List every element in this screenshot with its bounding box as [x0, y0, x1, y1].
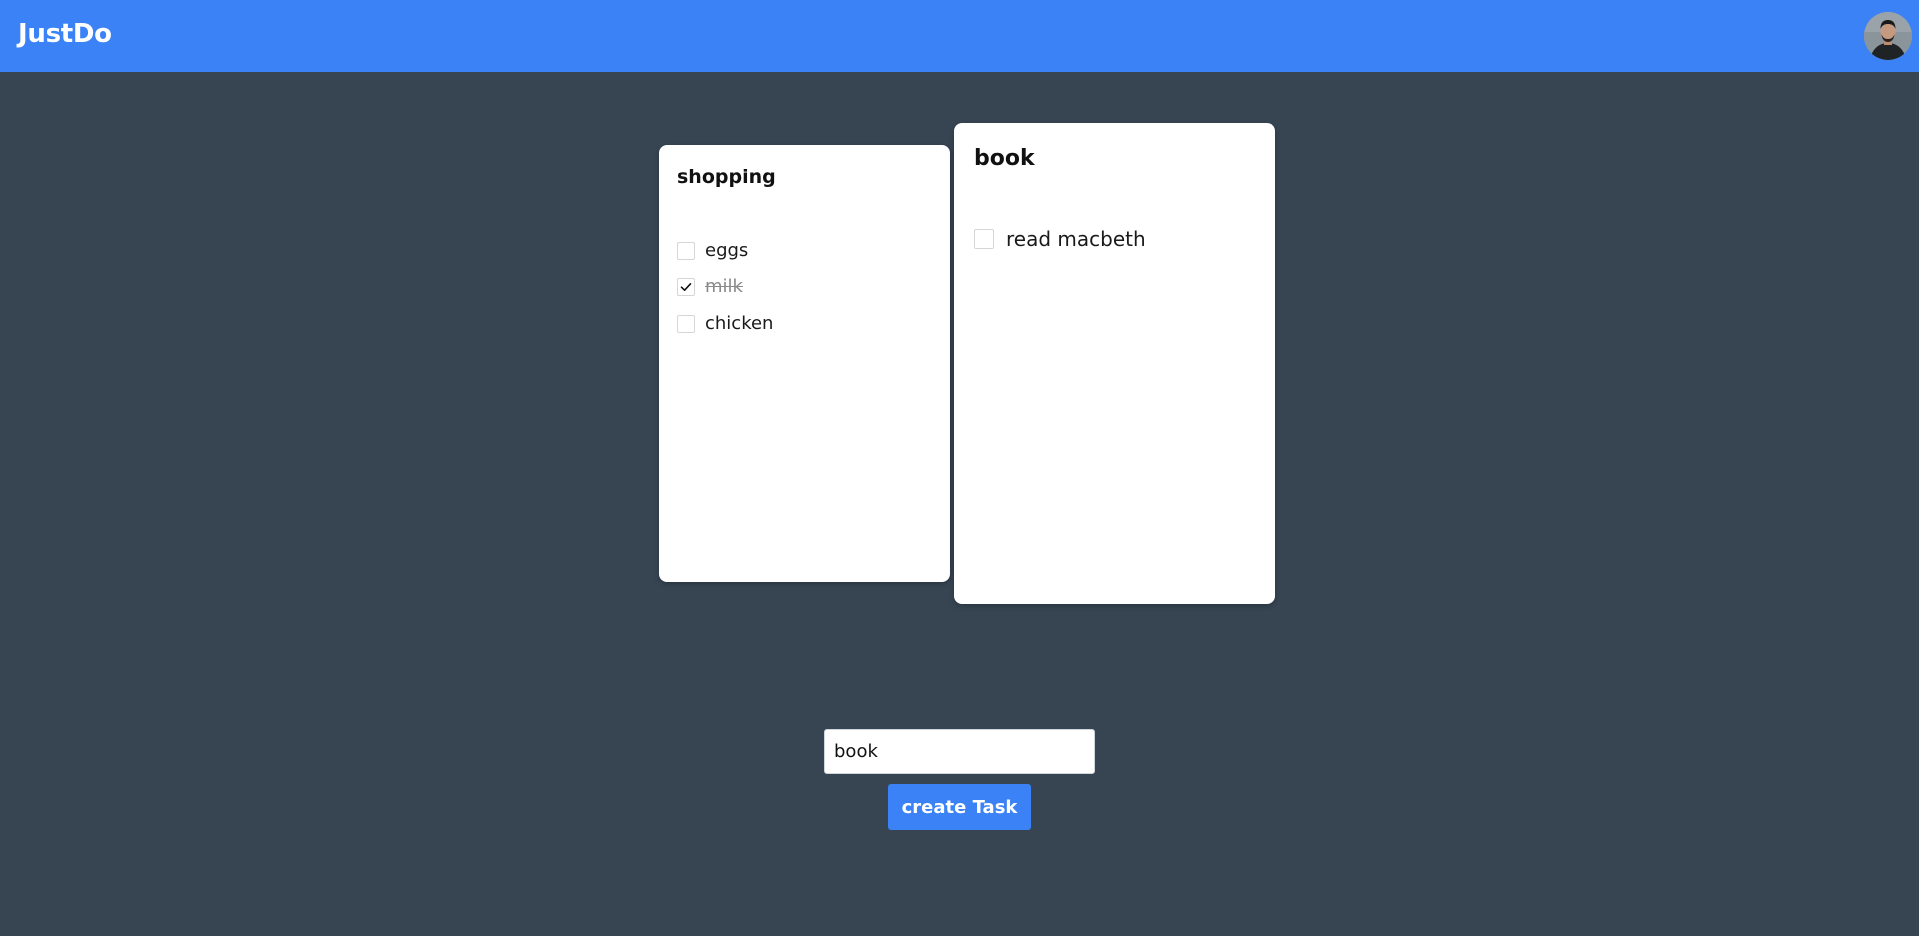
list-title: book	[974, 146, 1035, 171]
task-item[interactable]: eggs	[677, 240, 748, 262]
checkmark-icon	[680, 283, 692, 291]
task-list-card-book: book read macbeth	[954, 123, 1275, 604]
create-task-button[interactable]: create Task	[888, 784, 1031, 830]
list-title: shopping	[677, 166, 776, 188]
task-list-card-shopping: shopping eggs milk chicken	[659, 145, 950, 582]
top-navbar: JustDo	[0, 0, 1919, 72]
avatar-icon	[1864, 12, 1912, 60]
task-name-input[interactable]	[824, 729, 1095, 774]
user-avatar[interactable]	[1864, 12, 1912, 60]
task-label: milk	[705, 276, 743, 297]
app-logo[interactable]: JustDo	[18, 17, 112, 51]
task-item[interactable]: milk	[677, 276, 743, 298]
task-checkbox[interactable]	[677, 242, 695, 260]
task-item[interactable]: read macbeth	[974, 227, 1146, 251]
task-checkbox[interactable]	[974, 229, 994, 249]
task-checkbox-checked[interactable]	[677, 278, 695, 296]
task-label: eggs	[705, 240, 749, 261]
task-label: chicken	[705, 313, 774, 334]
task-label: read macbeth	[1006, 227, 1146, 251]
task-item[interactable]: chicken	[677, 313, 773, 335]
task-checkbox[interactable]	[677, 315, 695, 333]
